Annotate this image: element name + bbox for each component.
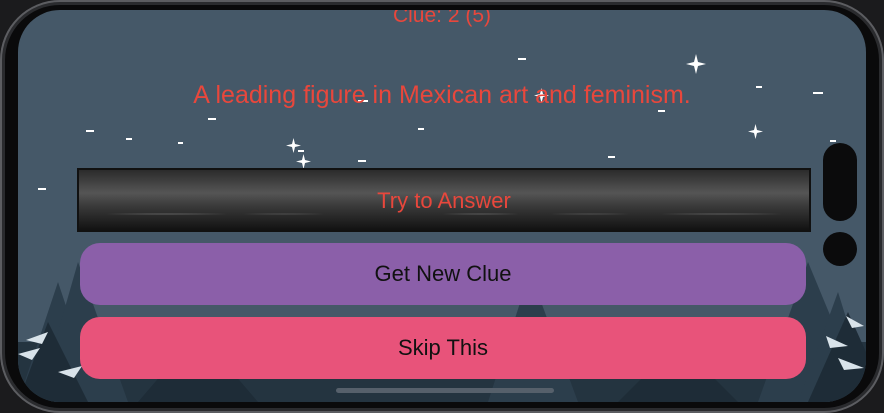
skip-this-button[interactable]: Skip This bbox=[80, 317, 806, 379]
clue-text: A leading figure in Mexican art and femi… bbox=[193, 81, 691, 109]
camera-dot-icon bbox=[823, 232, 857, 266]
game-screen: Clue: 2 (5) A leading figure in Mexican … bbox=[18, 10, 866, 402]
camera-pill-icon bbox=[823, 143, 857, 221]
clue-counter: Clue: 2 (5) bbox=[392, 10, 492, 27]
phone-frame: Clue: 2 (5) A leading figure in Mexican … bbox=[0, 0, 884, 413]
home-indicator[interactable] bbox=[336, 388, 554, 393]
try-to-answer-button[interactable]: Try to Answer bbox=[77, 168, 811, 232]
get-new-clue-button[interactable]: Get New Clue bbox=[80, 243, 806, 305]
try-to-answer-label: Try to Answer bbox=[377, 188, 511, 213]
